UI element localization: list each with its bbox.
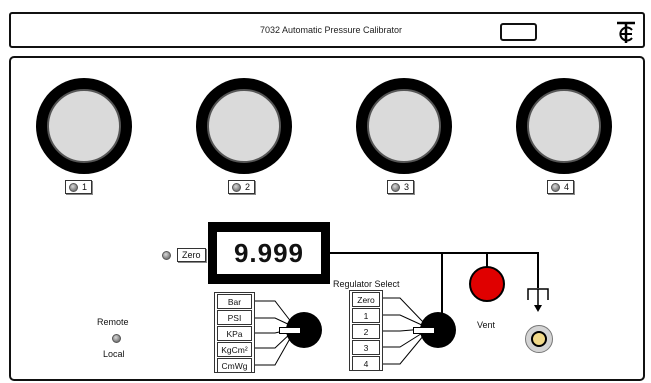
unit-option-kgcm2[interactable]: KgCm² <box>217 342 252 357</box>
zero-indicator-led <box>162 251 171 260</box>
regulator-selector: Zero 1 2 3 4 <box>349 290 383 371</box>
zero-button-label: Zero <box>182 250 201 260</box>
pressure-display: 9.999 <box>208 222 330 284</box>
regulator-option-zero[interactable]: Zero <box>352 292 380 307</box>
knob-pointer <box>279 327 301 334</box>
regulator-option-4[interactable]: 4 <box>352 356 380 371</box>
local-label: Local <box>103 349 125 359</box>
unit-option-cmwg[interactable]: CmWg <box>217 358 252 373</box>
regulator-select-title: Regulator Select <box>333 279 400 289</box>
unit-option-bar[interactable]: Bar <box>217 294 252 309</box>
vent-label: Vent <box>477 320 496 330</box>
vent-button[interactable] <box>469 266 505 302</box>
regulator-selector-knob[interactable] <box>413 312 456 348</box>
outlet-icon <box>527 288 549 312</box>
knob-pointer <box>413 327 435 334</box>
regulator-option-1[interactable]: 1 <box>352 308 380 323</box>
regulator-option-3[interactable]: 3 <box>352 340 380 355</box>
unit-option-kpa[interactable]: KPa <box>217 326 252 341</box>
regulator-option-2[interactable]: 2 <box>352 324 380 339</box>
unit-option-psi[interactable]: PSI <box>217 310 252 325</box>
pressure-readout: 9.999 <box>217 232 321 274</box>
remote-label: Remote <box>97 317 129 327</box>
outlet-fitting-core <box>531 331 547 347</box>
mode-toggle-led[interactable] <box>112 334 121 343</box>
unit-selector: Bar PSI KPa KgCm² CmWg <box>214 292 255 373</box>
unit-selector-knob[interactable] <box>279 312 322 348</box>
pressure-outlet-fitting <box>525 325 553 353</box>
zero-button[interactable]: Zero <box>177 248 206 262</box>
